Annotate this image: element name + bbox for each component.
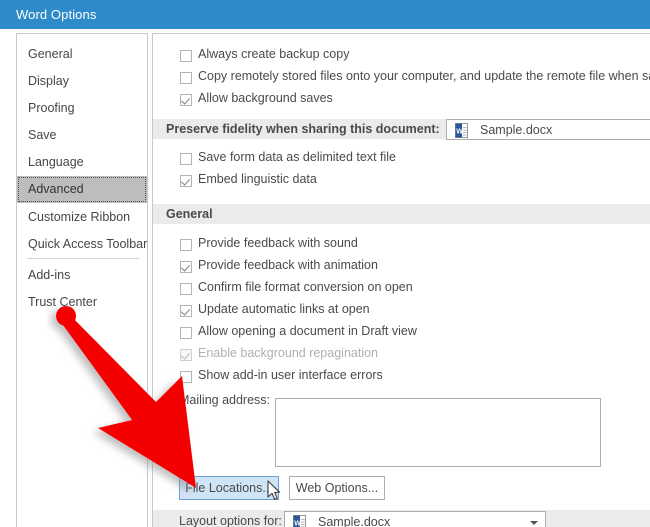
sidebar-item-general[interactable]: General xyxy=(17,41,147,68)
option-label-copy-remotely-stored-files: Copy remotely stored files onto your com… xyxy=(198,69,650,83)
layout-options-document-field[interactable]: W Sample.docx xyxy=(284,511,546,527)
word-document-icon-layout: W xyxy=(293,515,306,527)
option-label-allow-background-saves: Allow background saves xyxy=(198,91,333,105)
svg-text:W: W xyxy=(456,129,463,136)
checkbox-copy-remotely-stored-files[interactable] xyxy=(180,72,192,84)
sidebar-divider xyxy=(27,258,139,259)
general-section-band: General xyxy=(153,204,650,224)
checkbox-enable-background-repagination xyxy=(180,349,192,361)
checkbox-confirm-file-format-conversion[interactable] xyxy=(180,283,192,295)
window-title-bar: Word Options xyxy=(0,0,650,29)
checkbox-show-addin-ui-errors[interactable] xyxy=(180,371,192,383)
mailing-address-label: Mailing address: xyxy=(179,393,271,407)
web-options-button[interactable]: Web Options... xyxy=(289,476,385,500)
sidebar-item-trust-center[interactable]: Trust Center xyxy=(17,289,147,316)
svg-text:W: W xyxy=(294,521,301,527)
layout-options-label: Layout options for: xyxy=(179,514,282,527)
option-label-allow-opening-draft-view: Allow opening a document in Draft view xyxy=(198,324,417,338)
checkbox-provide-feedback-animation[interactable] xyxy=(180,261,192,273)
checkbox-allow-background-saves[interactable] xyxy=(180,94,192,106)
mailing-address-input[interactable] xyxy=(275,398,601,467)
checkbox-always-create-backup-copy[interactable] xyxy=(180,50,192,62)
option-label-embed-linguistic-data: Embed linguistic data xyxy=(198,172,317,186)
preserve-fidelity-label: Preserve fidelity when sharing this docu… xyxy=(166,122,440,136)
option-label-always-create-backup-copy: Always create backup copy xyxy=(198,47,350,61)
chevron-down-icon[interactable] xyxy=(530,521,538,525)
file-locations-button-label: File Locations... xyxy=(185,481,273,495)
option-label-confirm-file-format-conversion: Confirm file format conversion on open xyxy=(198,280,413,294)
sidebar-item-customize-ribbon[interactable]: Customize Ribbon xyxy=(17,204,147,231)
advanced-options-panel: Always create backup copy Copy remotely … xyxy=(152,33,650,527)
general-section-header: General xyxy=(166,207,213,221)
checkbox-allow-opening-draft-view[interactable] xyxy=(180,327,192,339)
sidebar-item-quick-access-toolbar[interactable]: Quick Access Toolbar xyxy=(17,231,147,258)
option-label-update-automatic-links: Update automatic links at open xyxy=(198,302,370,316)
option-label-provide-feedback-animation: Provide feedback with animation xyxy=(198,258,378,272)
sidebar-item-add-ins[interactable]: Add-ins xyxy=(17,262,147,289)
word-document-icon: W xyxy=(455,123,468,138)
option-label-enable-background-repagination: Enable background repagination xyxy=(198,346,378,360)
file-locations-button[interactable]: File Locations... xyxy=(179,476,279,500)
preserve-fidelity-document-name: Sample.docx xyxy=(480,123,553,137)
layout-options-document-name: Sample.docx xyxy=(318,515,391,527)
checkbox-embed-linguistic-data[interactable] xyxy=(180,175,192,187)
options-category-sidebar: General Display Proofing Save Language A… xyxy=(16,33,148,527)
option-label-provide-feedback-sound: Provide feedback with sound xyxy=(198,236,358,250)
sidebar-item-display[interactable]: Display xyxy=(17,68,147,95)
option-label-show-addin-ui-errors: Show add-in user interface errors xyxy=(198,368,383,382)
sidebar-item-proofing[interactable]: Proofing xyxy=(17,95,147,122)
sidebar-item-language[interactable]: Language xyxy=(17,149,147,176)
window-title: Word Options xyxy=(16,7,97,22)
web-options-button-label: Web Options... xyxy=(295,481,379,495)
option-label-save-form-data: Save form data as delimited text file xyxy=(198,150,397,164)
checkbox-update-automatic-links[interactable] xyxy=(180,305,192,317)
checkbox-save-form-data[interactable] xyxy=(180,153,192,165)
sidebar-item-advanced[interactable]: Advanced xyxy=(17,176,147,203)
preserve-fidelity-document-field[interactable]: W Sample.docx xyxy=(446,119,650,140)
checkbox-provide-feedback-sound[interactable] xyxy=(180,239,192,251)
sidebar-item-save[interactable]: Save xyxy=(17,122,147,149)
